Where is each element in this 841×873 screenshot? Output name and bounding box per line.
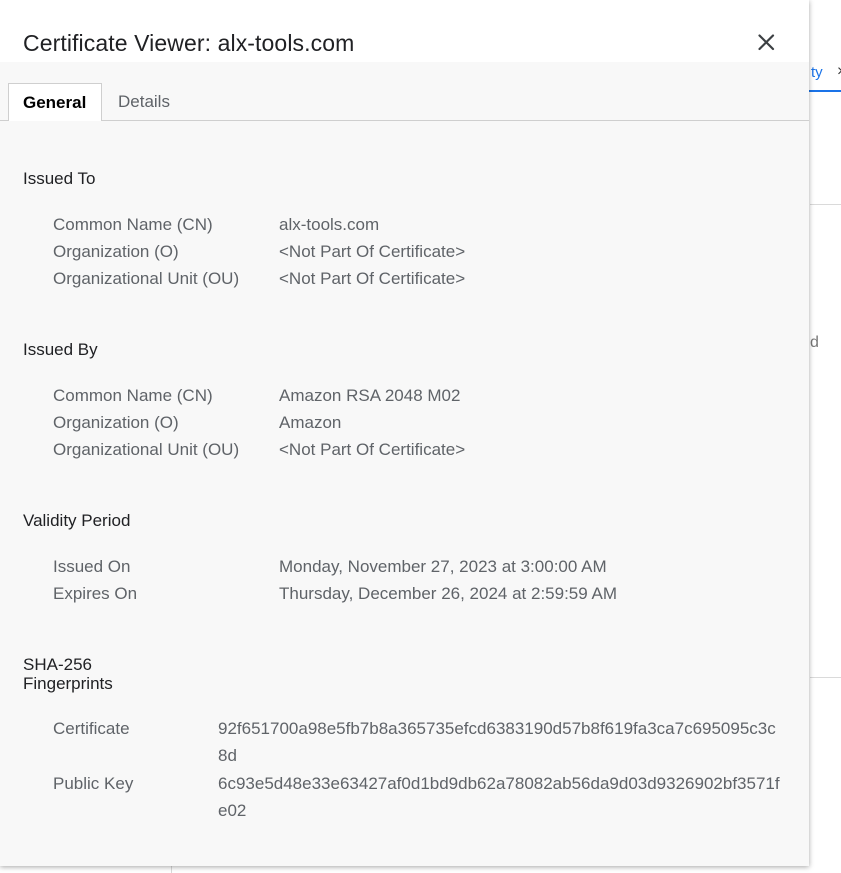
- background-divider: [171, 866, 172, 873]
- background-divider: [810, 204, 841, 205]
- issued-by-ou-value: <Not Part Of Certificate>: [279, 440, 466, 459]
- issued-to-ou-label: Organizational Unit (OU): [53, 269, 240, 288]
- close-button[interactable]: [752, 28, 780, 56]
- section-issued-by-title: Issued By: [23, 340, 98, 359]
- issued-to-o-label: Organization (O): [53, 242, 179, 261]
- certificate-fingerprint-label: Certificate: [53, 719, 130, 738]
- public-key-fingerprint-value: 6c93e5d48e33e63427af0d1bd9db62a78082ab56…: [218, 774, 780, 820]
- tab-details[interactable]: Details: [104, 83, 184, 121]
- issued-to-o-value: <Not Part Of Certificate>: [279, 242, 466, 261]
- expires-on-label: Expires On: [53, 584, 138, 603]
- dialog-title: Certificate Viewer: alx-tools.com: [23, 30, 355, 56]
- issued-to-ou-value: <Not Part Of Certificate>: [279, 269, 466, 288]
- issued-by-ou-label: Organizational Unit (OU): [53, 440, 240, 459]
- issued-by-o-label: Organization (O): [53, 413, 179, 432]
- background-text-fragment: d: [810, 334, 819, 351]
- dialog-header: Certificate Viewer: alx-tools.com: [0, 0, 809, 62]
- section-fingerprints-title: SHA-256 Fingerprints: [23, 655, 113, 693]
- issued-by-cn-value: Amazon RSA 2048 M02: [279, 386, 461, 405]
- issued-to-cn-label: Common Name (CN): [53, 215, 213, 234]
- background-divider: [810, 677, 841, 678]
- tab-bar: General Details: [0, 83, 809, 121]
- public-key-fingerprint-label: Public Key: [53, 774, 134, 793]
- close-icon: [758, 34, 775, 51]
- expires-on-value: Thursday, December 26, 2024 at 2:59:59 A…: [279, 584, 617, 603]
- fingerprints-title-line1: SHA-256: [23, 655, 92, 674]
- issued-on-value: Monday, November 27, 2023 at 3:00:00 AM: [279, 557, 607, 576]
- fingerprints-title-line2: Fingerprints: [23, 674, 113, 693]
- section-validity-title: Validity Period: [23, 511, 131, 530]
- certificate-viewer-dialog: Certificate Viewer: alx-tools.com Genera…: [0, 0, 809, 866]
- background-tab[interactable]: ty ×: [804, 56, 841, 92]
- certificate-fingerprint-value: 92f651700a98e5fb7b8a365735efcd6383190d57…: [218, 719, 776, 765]
- issued-by-o-value: Amazon: [279, 413, 342, 432]
- tab-general[interactable]: General: [8, 83, 102, 121]
- section-issued-to-title: Issued To: [23, 169, 96, 188]
- issued-by-cn-label: Common Name (CN): [53, 386, 213, 405]
- issued-on-label: Issued On: [53, 557, 131, 576]
- background-tab-close-icon[interactable]: ×: [837, 63, 841, 81]
- issued-to-cn-value: alx-tools.com: [279, 215, 380, 234]
